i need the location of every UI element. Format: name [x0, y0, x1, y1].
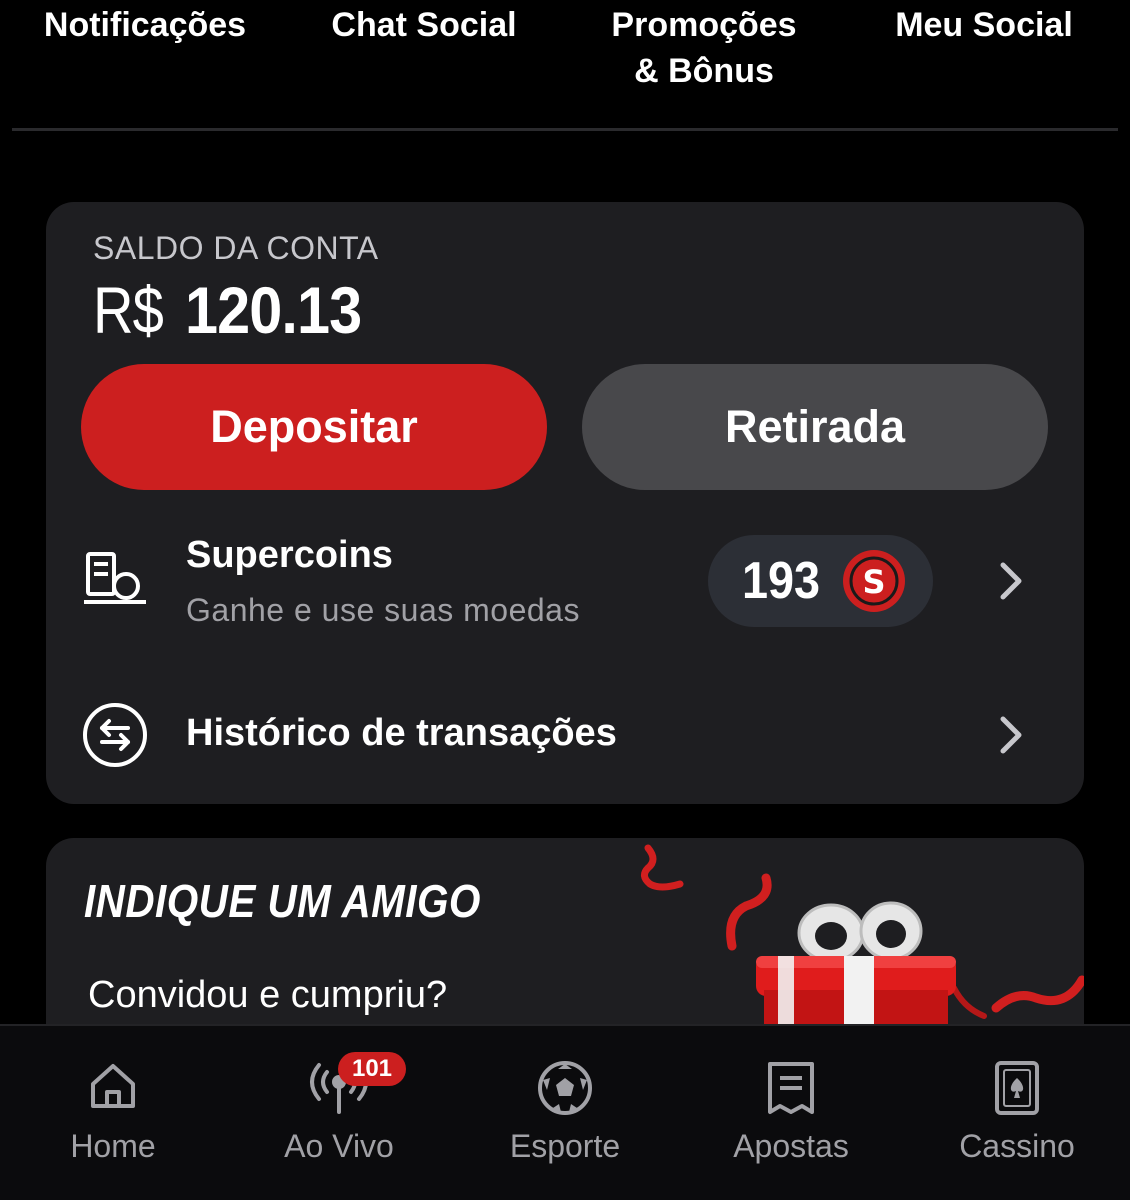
transaction-history-row[interactable]: Histórico de transações [46, 682, 1084, 792]
balance-card: SALDO DA CONTA R$ 120.13 Depositar Retir… [46, 202, 1084, 804]
balance-currency: R$ [93, 273, 164, 347]
tab-chat-social[interactable]: Chat Social [328, 2, 520, 48]
transfer-arrows-icon [82, 702, 148, 773]
supercoins-subtitle: Ganhe e use suas moedas [186, 592, 580, 628]
account-page: Notificações Chat Social Promoções & Bôn… [0, 0, 1130, 1200]
supercoins-balance-pill: 193 S [708, 535, 933, 627]
nav-ao-vivo[interactable]: 101 Ao Vivo [226, 1026, 452, 1200]
supercoins-count: 193 [742, 552, 821, 610]
nav-esporte[interactable]: Esporte [452, 1026, 678, 1200]
supercoins-title: Supercoins [186, 534, 393, 576]
tab-promocoes-bonus[interactable]: Promoções & Bônus [604, 2, 804, 94]
nav-home[interactable]: Home [0, 1026, 226, 1200]
supercoin-icon: S [842, 549, 906, 618]
chevron-right-icon [996, 714, 1026, 761]
withdraw-button[interactable]: Retirada [582, 364, 1048, 490]
nav-cassino[interactable]: Cassino [904, 1026, 1130, 1200]
coins-stack-icon [82, 550, 148, 611]
bottom-navigation: Home 101 Ao Vivo Esporte Apostas Cassino [0, 1024, 1130, 1200]
chevron-right-icon [996, 560, 1026, 607]
nav-esporte-label: Esporte [509, 1128, 621, 1164]
balance-amount: 120.13 [185, 273, 362, 347]
supercoin-letter: S [862, 563, 885, 601]
deposit-button[interactable]: Depositar [81, 364, 547, 490]
tab-meu-social[interactable]: Meu Social [890, 2, 1078, 48]
nav-cassino-label: Cassino [959, 1128, 1075, 1164]
receipt-icon [766, 1060, 816, 1121]
nav-ao-vivo-label: Ao Vivo [284, 1128, 394, 1164]
top-tab-bar: Notificações Chat Social Promoções & Bôn… [0, 0, 1130, 131]
referral-subtitle: Convidou e cumpriu? [88, 974, 448, 1016]
tab-divider [12, 128, 1118, 131]
tab-notificacoes[interactable]: Notificações [38, 2, 252, 48]
balance-label: SALDO DA CONTA [93, 230, 379, 266]
home-icon [87, 1060, 139, 1117]
playing-card-icon [994, 1060, 1040, 1121]
balance-value: R$ 120.13 [93, 272, 381, 348]
transaction-history-title: Histórico de transações [186, 712, 617, 754]
gift-box-icon [636, 838, 1084, 1050]
supercoins-row[interactable]: Supercoins Ganhe e use suas moedas 193 S [46, 520, 1084, 640]
referral-title: INDIQUE UM AMIGO [84, 875, 481, 927]
live-count-badge: 101 [338, 1052, 406, 1086]
nav-apostas-label: Apostas [733, 1128, 849, 1164]
nav-apostas[interactable]: Apostas [678, 1026, 904, 1200]
nav-home-label: Home [70, 1128, 156, 1164]
soccer-ball-icon [537, 1060, 593, 1121]
